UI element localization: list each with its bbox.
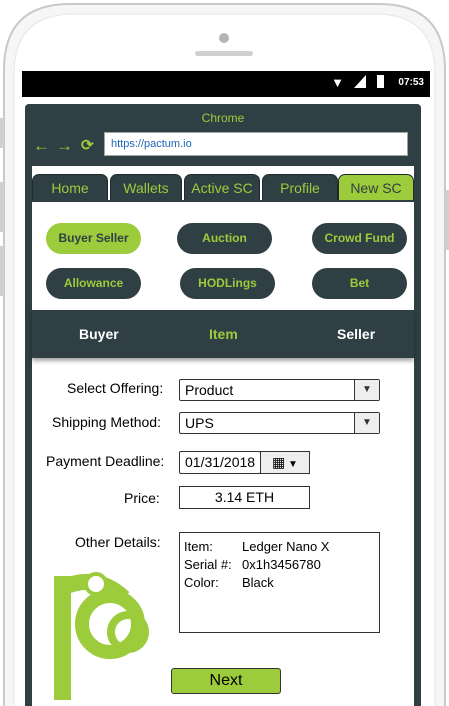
- back-arrow-icon[interactable]: ←: [33, 137, 50, 154]
- price-field[interactable]: 3.14 ETH: [179, 486, 310, 509]
- shipping-select[interactable]: UPS ▼: [179, 412, 380, 434]
- front-camera-icon: [219, 33, 229, 43]
- step-buyer[interactable]: Buyer: [79, 326, 119, 342]
- clock: 07:53: [398, 77, 424, 88]
- deadline-input[interactable]: 01/31/2018: [179, 451, 261, 474]
- wifi-icon: ▼: [331, 75, 344, 90]
- chevron-down-icon: ▼: [354, 413, 379, 433]
- forward-arrow-icon[interactable]: →: [56, 137, 73, 154]
- shipping-label: Shipping Method:: [52, 414, 161, 430]
- step-item[interactable]: Item: [209, 326, 238, 342]
- reload-icon[interactable]: ⟳: [81, 137, 94, 154]
- details-label: Other Details:: [75, 534, 161, 550]
- page-content: Home Wallets Active SC Profile New SC Bu…: [32, 166, 414, 706]
- detail-line-color: Color: Black: [184, 575, 274, 590]
- calendar-picker-button[interactable]: ▦ ▼: [260, 451, 310, 474]
- detail-line-item: Item: Ledger Nano X: [184, 539, 330, 554]
- details-textarea[interactable]: Item: Ledger Nano X Serial #: 0x1h3456780 …: [179, 532, 380, 633]
- status-bar: ▼ 07:53: [22, 71, 430, 97]
- battery-icon: [377, 75, 384, 88]
- buyer-seller-button[interactable]: Buyer Seller: [46, 223, 141, 254]
- tab-wallets[interactable]: Wallets: [110, 174, 182, 201]
- tab-active-sc[interactable]: Active SC: [184, 174, 260, 201]
- shipping-value: UPS: [185, 415, 214, 431]
- deadline-label: Payment Deadline:: [46, 453, 165, 469]
- phone-mockup: ▼ 07:53 Chrome ← → ⟳ https://pactum.io H…: [0, 0, 449, 706]
- detail-line-serial: Serial #: 0x1h3456780: [184, 557, 321, 572]
- crowd-fund-button[interactable]: Crowd Fund: [312, 223, 407, 254]
- tab-home[interactable]: Home: [32, 174, 108, 201]
- auction-button[interactable]: Auction: [177, 223, 272, 254]
- hodlings-button[interactable]: HODLings: [180, 268, 275, 299]
- calendar-icon: ▦: [272, 454, 286, 470]
- tab-new-sc[interactable]: New SC: [338, 174, 414, 201]
- offering-label: Select Offering:: [67, 380, 164, 396]
- signal-icon: [354, 75, 366, 88]
- offering-value: Product: [185, 382, 234, 398]
- chevron-down-icon: ▼: [354, 380, 379, 400]
- url-bar[interactable]: https://pactum.io: [104, 132, 408, 156]
- offering-select[interactable]: Product ▼: [179, 379, 380, 401]
- party-steps: Buyer Item Seller: [32, 310, 414, 358]
- step-seller[interactable]: Seller: [337, 326, 375, 342]
- tab-underline: [32, 200, 414, 202]
- price-label: Price:: [124, 490, 160, 506]
- pactum-logo: [54, 572, 149, 700]
- browser-title: Chrome: [201, 111, 245, 125]
- speaker-grill: [195, 51, 253, 56]
- bet-button[interactable]: Bet: [312, 268, 407, 299]
- next-button[interactable]: Next: [171, 668, 281, 694]
- deadline-value: 01/31/2018: [185, 454, 256, 470]
- tab-profile[interactable]: Profile: [262, 174, 338, 201]
- chevron-down-icon: ▼: [288, 459, 298, 470]
- browser-window: Chrome ← → ⟳ https://pactum.io Home Wall…: [25, 104, 421, 706]
- allowance-button[interactable]: Allowance: [46, 268, 141, 299]
